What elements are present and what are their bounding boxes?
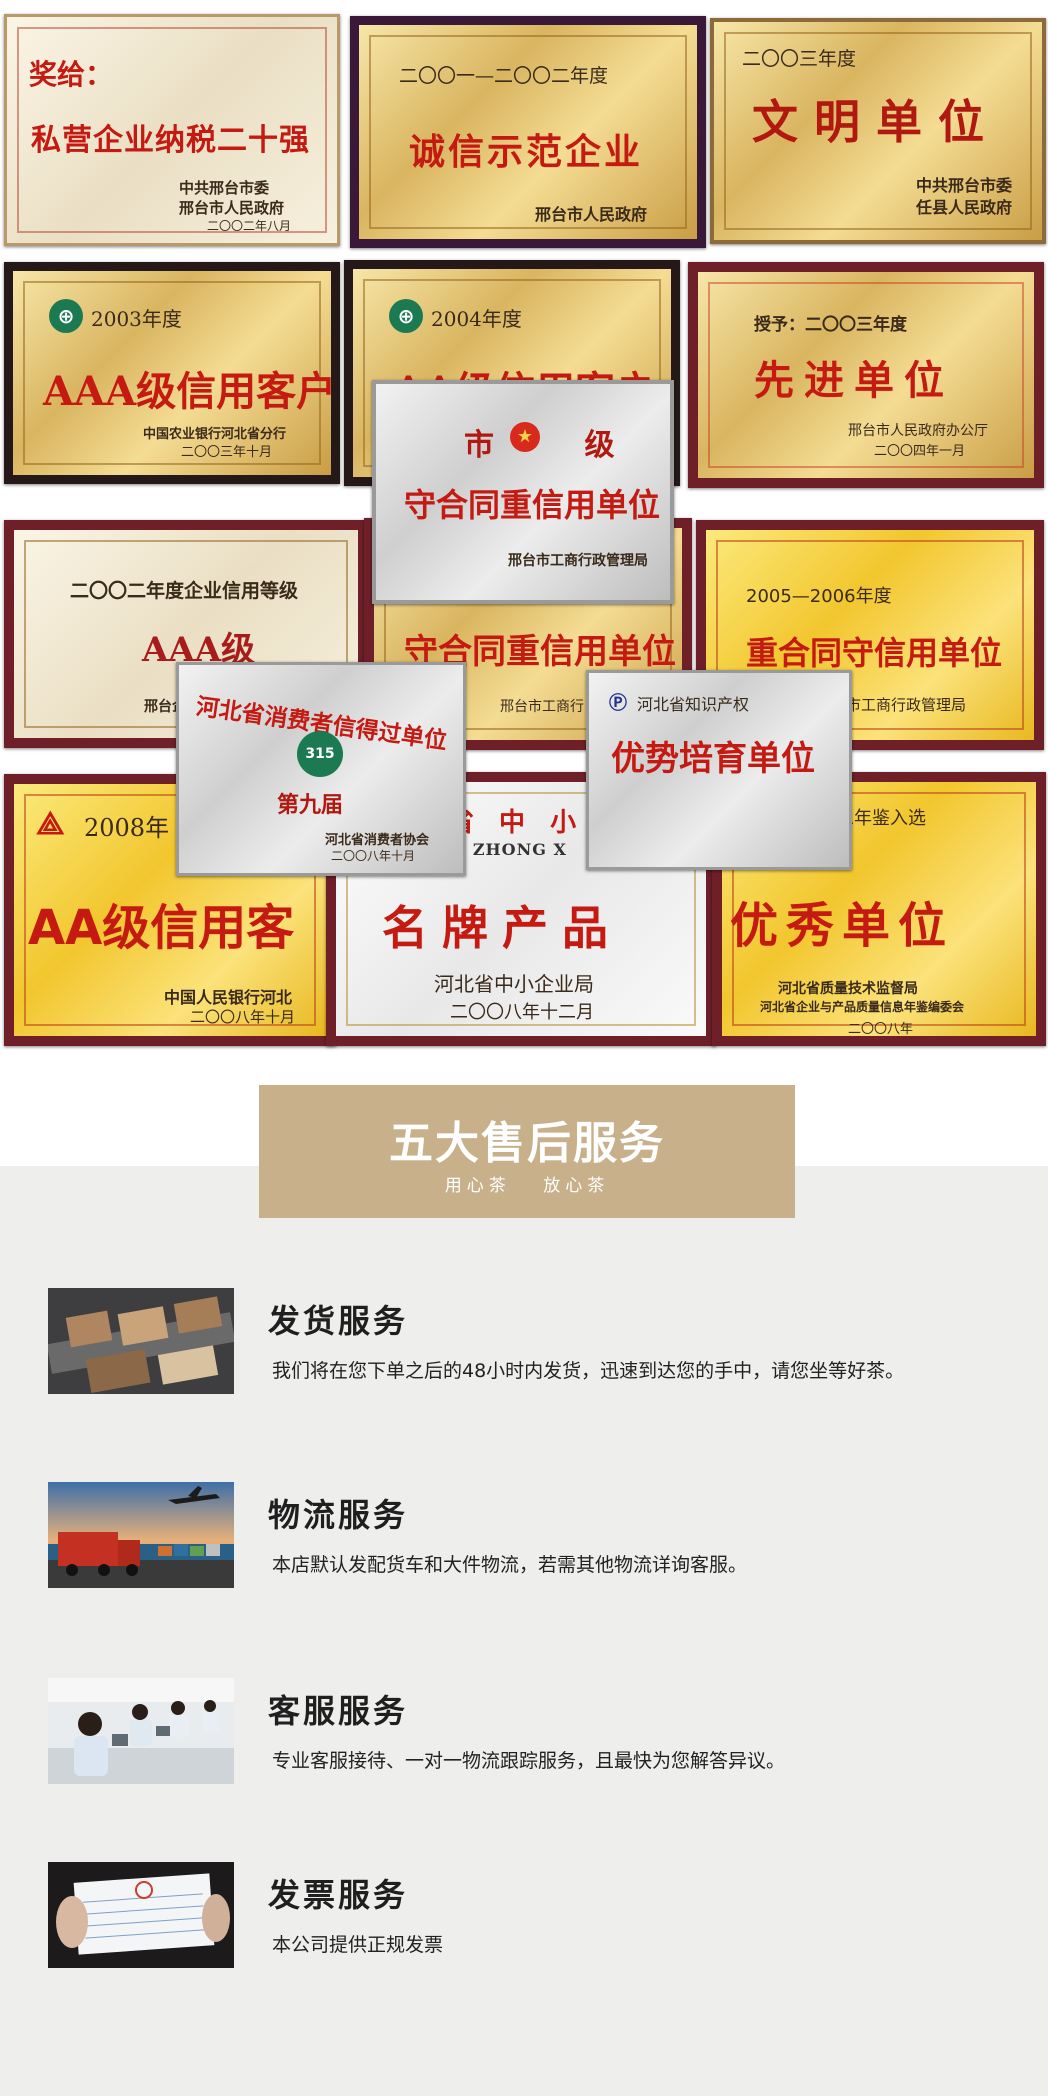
service-title: 物流服务 [268, 1496, 409, 1534]
plaque-aaa-credit-2003: ⊕ 2003年度 AAA级信用客户 中国农业银行河北省分行 二〇〇三年十月 [4, 262, 340, 484]
plaque-issuer: 邢台市人民政府 [535, 205, 648, 224]
plaque-issuer: 邢台市工商行政管理局 [508, 553, 648, 569]
plaque-issuer: 河北省消费者协会 [325, 833, 430, 848]
plaque-text: 2005—2006年度 [746, 586, 892, 607]
plaque-issuer: 邢台市人民政府 [179, 199, 285, 217]
plaque-title: AA级信用客 [28, 900, 295, 956]
plaque-issuer: 任县人民政府 [916, 198, 1013, 217]
plaque-text: 2004年度 [431, 307, 522, 331]
service-item-logistics: 物流服务 本店默认发配货车和大件物流，若需其他物流详询客服。 [48, 1482, 1008, 1592]
service-description: 专业客服接待、一对一物流跟踪服务，且最快为您解答异议。 [272, 1750, 786, 1772]
plaque-text: 二〇〇三年度 [742, 48, 857, 70]
service-title: 客服服务 [268, 1692, 409, 1730]
plaque-text: 省 中 小 [448, 808, 585, 838]
plaque-issuer: 河北省企业与产品质量信息年鉴编委会 [760, 1000, 965, 1014]
service-item-customer-service: 客服服务 专业客服接待、一对一物流跟踪服务，且最快为您解答异议。 [48, 1678, 1008, 1788]
plaque-date: 二〇〇八年十月 [331, 849, 416, 863]
plaque-title: 诚信示范企业 [409, 131, 644, 173]
plaque-date: 二〇〇二年八月 [207, 219, 292, 233]
bank-logo-icon: ⊕ [389, 299, 423, 333]
invoice-photo [48, 1862, 234, 1968]
service-title: 发货服务 [268, 1302, 409, 1340]
bank-logo-icon: ⟁ [36, 804, 65, 842]
plaque-title: 名牌产品 [382, 901, 622, 955]
honor-plaques-collage: 奖给： 私营企业纳税二十强 中共邢台市委 邢台市人民政府 二〇〇二年八月 二〇〇… [0, 0, 1048, 1048]
plaque-text: 2003年度 [91, 307, 182, 331]
service-title: 发票服务 [268, 1876, 409, 1914]
service-description: 我们将在您下单之后的48小时内发货，迅速到达您的手中，请您坐等好茶。 [272, 1360, 905, 1382]
plaque-issuer: 河北省质量技术监督局 [778, 981, 918, 997]
plaque-title: 第九届 [277, 792, 344, 818]
section-subtitle: 用心茶 放心茶 [444, 1176, 610, 1196]
plaque-title: 优势培育单位 [611, 739, 815, 779]
plaque-issuer: 中国人民银行河北 [164, 988, 293, 1007]
service-description: 本公司提供正规发票 [272, 1934, 444, 1956]
plaque-text: 市 级 [464, 428, 655, 463]
plaque-title: 文明单位 [752, 95, 1000, 149]
plaque-tax-top20: 奖给： 私营企业纳税二十强 中共邢台市委 邢台市人民政府 二〇〇二年八月 [4, 14, 340, 246]
plaque-text: 奖给： [29, 58, 114, 91]
plaque-title: 优秀单位 [730, 898, 955, 954]
plaque-date: 二〇〇四年一月 [874, 444, 966, 459]
plaque-issuer: 中共邢台市委 [916, 176, 1013, 195]
bank-logo-icon: ⊕ [49, 299, 83, 333]
section-banner: 五大售后服务 用心茶 放心茶 [259, 1085, 795, 1218]
service-item-shipping: 发货服务 我们将在您下单之后的48小时内发货，迅速到达您的手中，请您坐等好茶。 [48, 1288, 1008, 1398]
plaque-title: 重合同守信用单位 [746, 634, 1003, 672]
plaque-date: 二〇〇八年十月 [190, 1008, 296, 1026]
plaque-date: 二〇〇三年十月 [181, 445, 273, 460]
plaque-text: 二〇〇二年度企业信用等级 [70, 580, 299, 602]
plaque-issuer: 邢台市人民政府办公厅 [848, 423, 988, 439]
consumer-315-emblem-icon: 315 [297, 731, 343, 777]
plaque-issuer: 河北省中小企业局 [434, 972, 594, 996]
service-description: 本店默认发配货车和大件物流，若需其他物流详询客服。 [272, 1554, 748, 1576]
plaque-text: 授予：二〇〇三年度 [754, 315, 907, 335]
plaque-civilized-unit: 二〇〇三年度 文明单位 中共邢台市委 任县人民政府 [710, 18, 1046, 244]
shipping-photo [48, 1288, 234, 1394]
plaque-date: 二〇〇八年十二月 [450, 1002, 594, 1023]
plaque-issuer: 邢台市工商行 [500, 699, 584, 715]
plaque-consumer-trusted: 河北省消费者信得过单位 315 第九届 河北省消费者协会 二〇〇八年十月 [176, 662, 466, 876]
plaque-city-contract-credit: ★ 市 级 守合同重信用单位 邢台市工商行政管理局 [372, 380, 674, 604]
plaque-title: AAA级信用客户 [43, 368, 337, 415]
service-item-invoice: 发票服务 本公司提供正规发票 [48, 1862, 1008, 1972]
plaque-integrity-model: 二〇〇一—二〇〇二年度 诚信示范企业 邢台市人民政府 [350, 16, 706, 248]
plaque-title: 私营企业纳税二十强 [31, 123, 310, 158]
section-title: 五大售后服务 [389, 1118, 665, 1169]
ip-logo-icon: Ⓟ [609, 693, 627, 714]
plaque-issuer: 中国农业银行河北省分行 [143, 427, 287, 442]
plaque-advanced-unit: 授予：二〇〇三年度 先进单位 邢台市人民政府办公厅 二〇〇四年一月 [688, 262, 1044, 488]
logistics-photo [48, 1482, 234, 1588]
plaque-text: 2008年 [84, 814, 170, 842]
plaque-issuer: 中共邢台市委 [179, 179, 270, 197]
plaque-text: 二〇〇一—二〇〇二年度 [399, 65, 609, 87]
plaque-date: 二〇〇八年 [848, 1022, 914, 1037]
plaque-title: 守合同重信用单位 [404, 486, 661, 524]
plaque-ip-cultivation: Ⓟ 河北省知识产权 优势培育单位 [586, 670, 852, 870]
customer-service-photo [48, 1678, 234, 1784]
plaque-title: 先进单位 [754, 357, 954, 404]
plaque-text: 河北省知识产权 [637, 695, 750, 714]
